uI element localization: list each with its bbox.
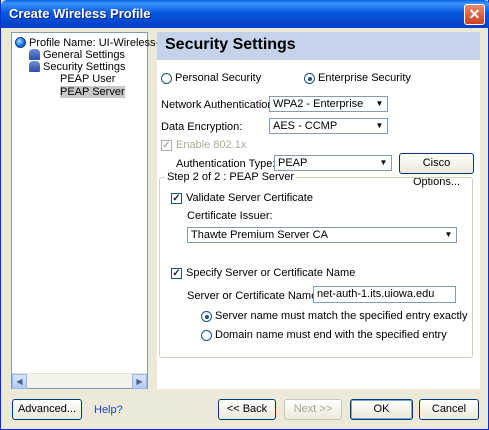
tree-horizontal-scrollbar[interactable]: ◀ ▶ [12, 373, 147, 389]
data-encryption-label: Data Encryption: [161, 121, 243, 133]
chevron-down-icon: ▼ [376, 156, 391, 170]
authentication-type-label: Authentication Type: [176, 158, 276, 170]
help-link[interactable]: Help? [94, 404, 123, 416]
cancel-button[interactable]: Cancel [419, 399, 479, 420]
ok-button[interactable]: OK [350, 399, 413, 420]
validate-certificate-label: Validate Server Certificate [186, 192, 313, 204]
domain-end-label: Domain name must end with the specified … [215, 329, 447, 341]
server-name-label: Server or Certificate Name: [187, 290, 321, 302]
next-button[interactable]: Next >> [284, 399, 342, 420]
certificate-issuer-label: Certificate Issuer: [187, 210, 273, 222]
profile-tree[interactable]: Profile Name: UI-Wireless-WPA General Se… [11, 32, 183, 389]
tree-item-peap-server[interactable]: PEAP Server [60, 86, 125, 99]
specify-server-label: Specify Server or Certificate Name [186, 267, 356, 279]
enterprise-security-label: Enterprise Security [318, 72, 411, 84]
page-title: Security Settings [165, 36, 296, 53]
scroll-left-button[interactable]: ◀ [12, 374, 27, 389]
chevron-down-icon: ▼ [372, 119, 387, 133]
chevron-down-icon: ▼ [441, 228, 456, 242]
people-icon [29, 49, 40, 60]
scroll-right-button[interactable]: ▶ [132, 374, 147, 389]
create-wireless-profile-dialog: Create Wireless Profile ✕ Profile Name: … [0, 0, 489, 430]
chevron-down-icon: ▼ [372, 97, 387, 111]
title-bar: Create Wireless Profile ✕ [1, 0, 489, 28]
personal-security-radio[interactable] [161, 73, 172, 84]
cisco-options-button[interactable]: Cisco Options... [399, 153, 474, 188]
window-title: Create Wireless Profile [9, 6, 151, 21]
network-authentication-select[interactable]: WPA2 - Enterprise ▼ [269, 96, 388, 112]
match-exactly-radio[interactable] [201, 311, 212, 322]
validate-certificate-checkbox[interactable]: ✓ [171, 193, 182, 204]
enterprise-security-radio[interactable] [304, 73, 315, 84]
server-name-input[interactable]: net-auth-1.its.uiowa.edu [313, 286, 456, 303]
section-header: Security Settings [157, 32, 480, 60]
authentication-type-select[interactable]: PEAP ▼ [274, 155, 392, 171]
advanced-button[interactable]: Advanced... [12, 399, 82, 420]
match-exactly-label: Server name must match the specified ent… [215, 310, 468, 322]
globe-icon [15, 37, 26, 48]
certificate-issuer-select[interactable]: Thawte Premium Server CA ▼ [187, 227, 457, 243]
data-encryption-select[interactable]: AES - CCMP ▼ [269, 118, 388, 134]
network-authentication-label: Network Authentication: [161, 99, 277, 111]
step-label: Step 2 of 2 : PEAP Server [165, 171, 296, 183]
domain-end-radio[interactable] [201, 330, 212, 341]
close-button[interactable]: ✕ [464, 4, 485, 25]
people-icon [29, 61, 40, 72]
back-button[interactable]: << Back [218, 399, 276, 420]
specify-server-checkbox[interactable]: ✓ [171, 268, 182, 279]
personal-security-label: Personal Security [175, 72, 262, 84]
enable-8021x-checkbox[interactable]: ✓ [161, 140, 172, 151]
enable-8021x-label: Enable 802.1x [176, 139, 247, 151]
tree-item-peap-user[interactable]: PEAP User [60, 73, 115, 86]
